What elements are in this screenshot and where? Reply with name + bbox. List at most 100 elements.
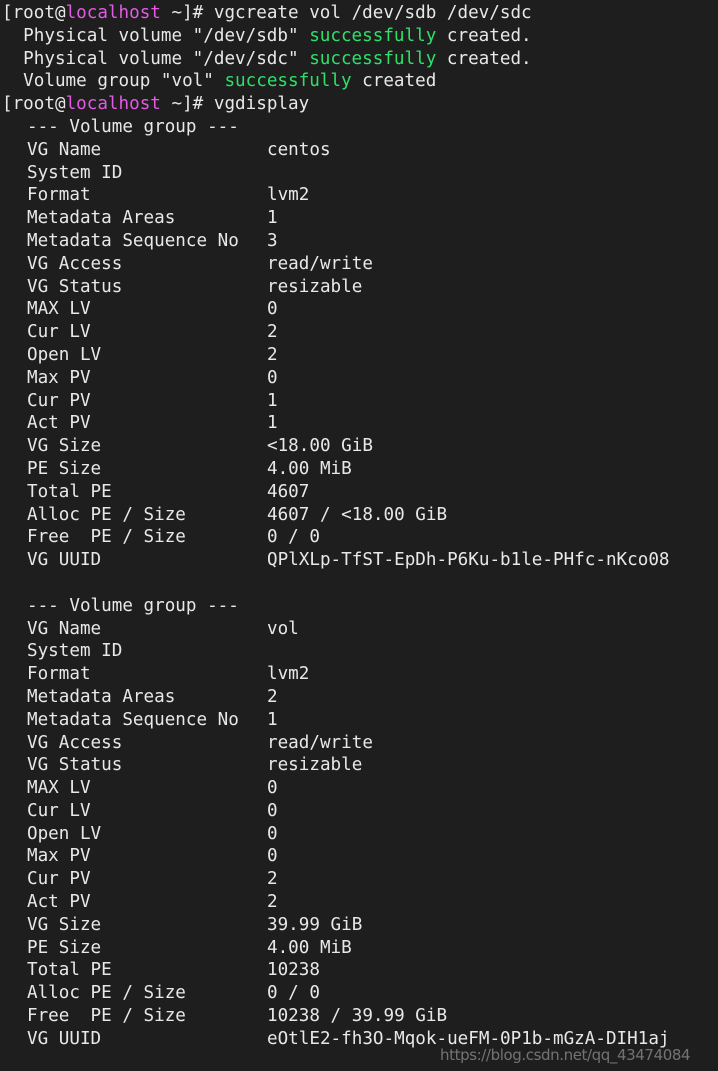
output-text-post: created.: [436, 25, 532, 46]
vg-property-row: System ID: [0, 640, 718, 663]
command-vgdisplay: vgdisplay: [213, 94, 310, 115]
vg-property-row: Open LV 0: [0, 823, 718, 846]
vg-property-label: Open LV: [27, 823, 102, 844]
vg-property-row: Metadata Sequence No 1: [0, 709, 718, 732]
vg-property-label: Cur PV: [27, 390, 91, 411]
vg-property-row: VG Access read/write: [0, 732, 718, 755]
vg-property-label: Open LV: [27, 344, 102, 365]
vg-property-value: 10238: [267, 960, 320, 981]
vg-property-value: read/write: [267, 253, 373, 274]
vg-property-label: Cur LV: [27, 322, 91, 343]
output-line-pv-sdb: Physical volume "/dev/sdb" successfully …: [0, 25, 718, 48]
vg-property-row: Alloc PE / Size 4607 / <18.00 GiB: [0, 504, 718, 527]
vg-property-label: Cur LV: [27, 800, 91, 821]
vg-property-row: Alloc PE / Size 0 / 0: [0, 982, 718, 1005]
vg-property-row: Total PE 10238: [0, 959, 718, 982]
vg-property-value: 39.99 GiB: [267, 914, 363, 935]
vg-property-value: resizable: [267, 755, 363, 776]
prompt-path: ~]#: [160, 94, 214, 115]
vg-property-label: Total PE: [27, 481, 112, 502]
vg-property-row: Max PV 0: [0, 367, 718, 390]
volume-group-header: --- Volume group ---: [27, 116, 239, 137]
vg-property-label: Max PV: [27, 846, 91, 867]
vg-property-value: 0: [267, 367, 278, 388]
command-vgcreate: vgcreate vol /dev/sdb /dev/sdc: [213, 3, 532, 23]
vg-property-value: 1: [267, 709, 278, 730]
vg-property-row: Metadata Areas 2: [0, 686, 718, 709]
prompt-path: ~]#: [160, 3, 214, 23]
vg-property-row: VG Name centos: [0, 139, 718, 162]
vg-property-label: VG Name: [27, 618, 102, 639]
vg-property-label: Act PV: [27, 413, 91, 434]
vg-property-row: System ID: [0, 162, 718, 185]
vg-property-value: 0 / 0: [267, 983, 320, 1004]
vg-property-row: Open LV 2: [0, 344, 718, 367]
vg-property-row: VG Status resizable: [0, 276, 718, 299]
vg-property-row: Cur PV 2: [0, 868, 718, 891]
vg-property-value: centos: [267, 139, 331, 160]
vg-property-label: Total PE: [27, 960, 112, 981]
vg-property-label: Metadata Areas: [27, 208, 176, 229]
prompt-user: root: [12, 3, 55, 23]
vg-property-value: 3: [267, 230, 278, 251]
prompt-line-vgcreate: [root@localhost ~]# vgcreate vol /dev/sd…: [0, 2, 718, 25]
vg-property-label: Free PE / Size: [27, 1006, 186, 1027]
vg-property-value: vol: [267, 618, 299, 639]
vg-property-row: Metadata Sequence No 3: [0, 230, 718, 253]
vgdisplay-output: --- Volume group --- VG Name centos System …: [0, 116, 718, 1051]
vg-property-row: Act PV 1: [0, 412, 718, 435]
vg-property-value: 2: [267, 869, 278, 890]
vg-property-value: 0: [267, 299, 278, 320]
vg-property-label: Metadata Areas: [27, 686, 176, 707]
vg-property-label: Metadata Sequence No: [27, 709, 239, 730]
vg-property-value: 0 / 0: [267, 527, 320, 548]
vg-property-label: MAX LV: [27, 299, 91, 320]
vg-property-label: VG Name: [27, 139, 102, 160]
vg-property-value: 0: [267, 800, 278, 821]
vg-property-label: VG Status: [27, 276, 123, 297]
vg-property-row: Act PV 2: [0, 891, 718, 914]
vg-property-label: VG Access: [27, 732, 123, 753]
vg-property-row: Format lvm2: [0, 184, 718, 207]
output-line-vg-vol: Volume group "vol" successfully created: [0, 70, 718, 93]
vg-property-row: VG Name vol: [0, 618, 718, 641]
output-text-post: created.: [436, 48, 532, 69]
vg-property-value: 4.00 MiB: [267, 937, 352, 958]
vg-property-value: resizable: [267, 276, 363, 297]
vg-property-label: MAX LV: [27, 778, 91, 799]
vg-property-value: QPlXLp-TfST-EpDh-P6Ku-b1le-PHfc-nKco08: [267, 550, 670, 571]
vg-property-label: VG Size: [27, 436, 102, 457]
vg-property-row: Total PE 4607: [0, 481, 718, 504]
vg-property-label: VG Status: [27, 755, 123, 776]
terminal-window[interactable]: [root@localhost ~]# vgcreate vol /dev/sd…: [0, 0, 718, 1071]
prompt-at: @: [54, 94, 66, 115]
vg-property-label: Alloc PE / Size: [27, 983, 186, 1004]
vg-property-value: read/write: [267, 732, 373, 753]
vg-property-row: VG UUID QPlXLp-TfST-EpDh-P6Ku-b1le-PHfc-n…: [0, 549, 718, 572]
vg-property-label: Metadata Sequence No: [27, 230, 239, 251]
output-text-pre: Physical volume "/dev/sdc": [2, 48, 310, 69]
vg-property-row: VG UUID eOtlE2-fh3O-Mqok-ueFM-0P1b-mGzA-D…: [0, 1028, 718, 1051]
vg-property-row: VG Size <18.00 GiB: [0, 435, 718, 458]
vg-property-label: VG UUID: [27, 550, 102, 571]
vg-property-label: Free PE / Size: [27, 527, 186, 548]
vg-property-value: 4607: [267, 481, 310, 502]
vg-property-value: 1: [267, 413, 278, 434]
vg-property-row: Cur PV 1: [0, 390, 718, 413]
vg-property-label: System ID: [27, 641, 123, 662]
vg-property-value: 10238 / 39.99 GiB: [267, 1006, 448, 1027]
vg-property-label: Format: [27, 185, 91, 206]
vg-property-row: PE Size 4.00 MiB: [0, 458, 718, 481]
vg-property-value: 0: [267, 846, 278, 867]
vg-property-value: lvm2: [267, 185, 310, 206]
vg-property-value: lvm2: [267, 664, 310, 685]
vg-property-row: Format lvm2: [0, 663, 718, 686]
vg-property-label: Cur PV: [27, 869, 91, 890]
prompt-host: localhost: [65, 3, 161, 23]
output-line-pv-sdc: Physical volume "/dev/sdc" successfully …: [0, 48, 718, 71]
vg-property-value: 2: [267, 686, 278, 707]
vg-property-row: Metadata Areas 1: [0, 207, 718, 230]
vg-property-value: 1: [267, 208, 278, 229]
vg-property-value: 2: [267, 892, 278, 913]
